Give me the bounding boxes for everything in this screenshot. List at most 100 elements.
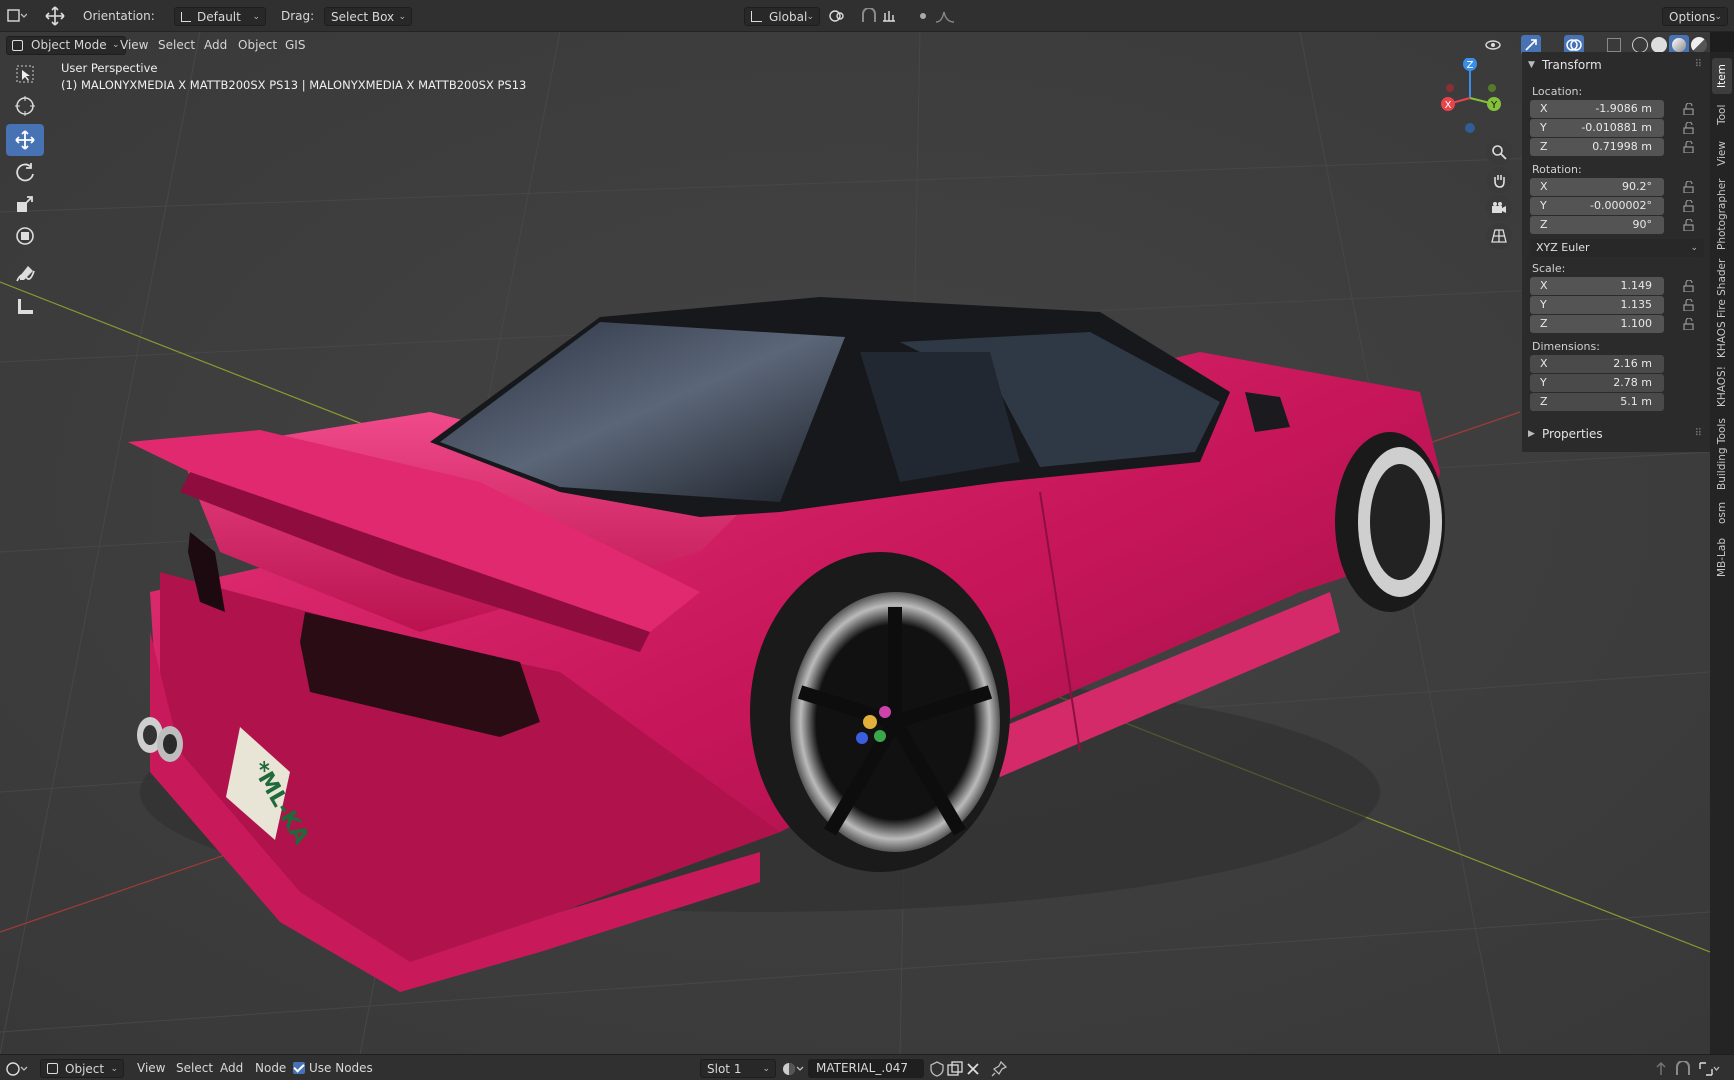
tab-osm[interactable]: osm: [1712, 498, 1732, 528]
unlink-material-icon[interactable]: [962, 1059, 984, 1078]
tab-view[interactable]: View: [1712, 136, 1732, 172]
rotation-x-field[interactable]: X 90.2°: [1530, 178, 1664, 196]
3d-viewport[interactable]: *ML-KA Object Mode ⌄ View Select Add Obj…: [0, 32, 1710, 1054]
move-tool-icon[interactable]: [44, 5, 66, 26]
lock-icon[interactable]: [1683, 141, 1695, 153]
rotation-z-field[interactable]: Z 90°: [1530, 216, 1664, 234]
location-y-field[interactable]: Y -0.010881 m: [1530, 119, 1664, 137]
dimensions-z-field[interactable]: Z 5.1 m: [1530, 393, 1664, 411]
menu-view[interactable]: View: [137, 1059, 165, 1078]
scene-render: *ML-KA: [0, 32, 1710, 1054]
select-box-tool[interactable]: [6, 58, 44, 90]
lock-icon[interactable]: [1683, 200, 1695, 212]
menu-view[interactable]: View: [120, 36, 148, 55]
menu-select[interactable]: Select: [158, 36, 195, 55]
use-nodes-checkbox[interactable]: Use Nodes: [293, 1059, 373, 1078]
drag-grip-icon[interactable]: ⠿: [1695, 423, 1702, 445]
rendered-shading-icon[interactable]: [1691, 37, 1707, 53]
lock-icon[interactable]: [1683, 299, 1695, 311]
drag-dropdown[interactable]: Select Box ⌄: [324, 7, 412, 26]
menu-node[interactable]: Node: [255, 1059, 286, 1078]
wireframe-shading-icon[interactable]: [1632, 37, 1648, 53]
editor-type-icon[interactable]: [6, 6, 28, 25]
object-type-value: Object: [65, 1062, 105, 1076]
snap-target-icon[interactable]: [880, 6, 902, 25]
menu-select[interactable]: Select: [176, 1059, 213, 1078]
orientation-value: Default: [197, 10, 241, 24]
sidebar-tabs: Item Tool View Photographer KHAOS Fire S…: [1710, 52, 1734, 1054]
snap-icon[interactable]: [858, 6, 880, 25]
chevron-down-icon: ⌄: [806, 12, 814, 22]
chevron-down-icon: ⌄: [110, 1064, 118, 1074]
dimensions-y-field[interactable]: Y 2.78 m: [1530, 374, 1664, 392]
snap-target-icon[interactable]: [1698, 1059, 1720, 1078]
object-icon: [47, 1063, 58, 1074]
options-dropdown[interactable]: Options ⌄: [1662, 7, 1728, 26]
pan-hand-icon[interactable]: [1486, 167, 1512, 193]
camera-icon[interactable]: [1486, 195, 1512, 221]
tab-building-tools[interactable]: Building Tools: [1712, 414, 1732, 494]
lock-icon[interactable]: [1683, 219, 1695, 231]
menu-add[interactable]: Add: [204, 36, 227, 55]
perspective-toggle-icon[interactable]: [1486, 223, 1512, 249]
tab-item[interactable]: Item: [1712, 58, 1732, 94]
tab-khaos-fire-shader[interactable]: KHAOS Fire Shader: [1712, 256, 1732, 360]
navigation-gizmo[interactable]: Z Y X: [1430, 57, 1510, 136]
lock-icon[interactable]: [1683, 122, 1695, 134]
solid-shading-icon[interactable]: [1651, 37, 1667, 53]
material-browse-icon[interactable]: [782, 1059, 804, 1078]
snap-icon[interactable]: [1672, 1059, 1694, 1078]
visibility-icon[interactable]: [1485, 38, 1501, 52]
location-z-field[interactable]: Z 0.71998 m: [1530, 138, 1664, 156]
material-name-field[interactable]: MATERIAL_.047: [808, 1059, 924, 1078]
measure-tool[interactable]: [6, 290, 44, 322]
scale-z-field[interactable]: Z 1.100: [1530, 315, 1664, 333]
lock-icon[interactable]: [1683, 103, 1695, 115]
orientation-dropdown[interactable]: Default ⌄: [174, 7, 266, 26]
tab-tool[interactable]: Tool: [1712, 98, 1732, 132]
checkbox-checked-icon: [293, 1062, 305, 1074]
lock-icon[interactable]: [1683, 181, 1695, 193]
mode-dropdown[interactable]: Object Mode ⌄: [6, 36, 126, 55]
location-label: Location:: [1532, 85, 1583, 98]
gizmo-y-label: Y: [1490, 100, 1498, 111]
rotation-mode-dropdown[interactable]: XYZ Euler ⌄: [1530, 239, 1704, 257]
move-tool[interactable]: [6, 124, 44, 156]
dimensions-x-field[interactable]: X 2.16 m: [1530, 355, 1664, 373]
proportional-edit-icon[interactable]: [912, 6, 934, 25]
object-type-dropdown[interactable]: Object ⌄: [40, 1059, 124, 1078]
properties-panel-header[interactable]: ▶ Properties ⠿: [1522, 423, 1710, 445]
orientation-axis-icon: [181, 12, 191, 22]
location-x-field[interactable]: X -1.9086 m: [1530, 100, 1664, 118]
slot-dropdown[interactable]: Slot 1 ⌄: [700, 1059, 776, 1078]
menu-gis[interactable]: GIS: [285, 36, 305, 55]
tab-photographer[interactable]: Photographer: [1712, 176, 1732, 252]
falloff-icon[interactable]: [934, 6, 956, 25]
transform-panel-header[interactable]: ▼ Transform ⠿: [1522, 54, 1710, 76]
transform-tool[interactable]: [6, 220, 44, 252]
tab-mb-lab[interactable]: MB-Lab: [1712, 532, 1732, 582]
parent-node-tree-icon[interactable]: [1650, 1059, 1672, 1078]
rotate-tool[interactable]: [6, 156, 44, 188]
pivot-point-icon[interactable]: [828, 6, 850, 25]
material-name-value: MATERIAL_.047: [816, 1061, 909, 1075]
scale-y-field[interactable]: Y 1.135: [1530, 296, 1664, 314]
scale-x-field[interactable]: X 1.149: [1530, 277, 1664, 295]
editor-type-icon[interactable]: [6, 1059, 28, 1078]
pin-icon[interactable]: [988, 1059, 1010, 1078]
properties-title: Properties: [1542, 427, 1603, 441]
zoom-icon[interactable]: [1486, 139, 1512, 165]
tab-khaos[interactable]: KHAOS!: [1712, 364, 1732, 410]
menu-object[interactable]: Object: [238, 36, 277, 55]
lock-icon[interactable]: [1683, 318, 1695, 330]
scale-tool[interactable]: [6, 188, 44, 220]
rotation-y-field[interactable]: Y -0.000002°: [1530, 197, 1664, 215]
xray-icon[interactable]: [1607, 38, 1621, 52]
slot-value: Slot 1: [707, 1062, 742, 1076]
cursor-tool[interactable]: [6, 90, 44, 122]
menu-add[interactable]: Add: [220, 1059, 243, 1078]
transform-orientation-dropdown[interactable]: Global ⌄: [744, 7, 820, 26]
annotate-tool[interactable]: [6, 258, 44, 290]
drag-grip-icon[interactable]: ⠿: [1695, 54, 1702, 76]
lock-icon[interactable]: [1683, 280, 1695, 292]
